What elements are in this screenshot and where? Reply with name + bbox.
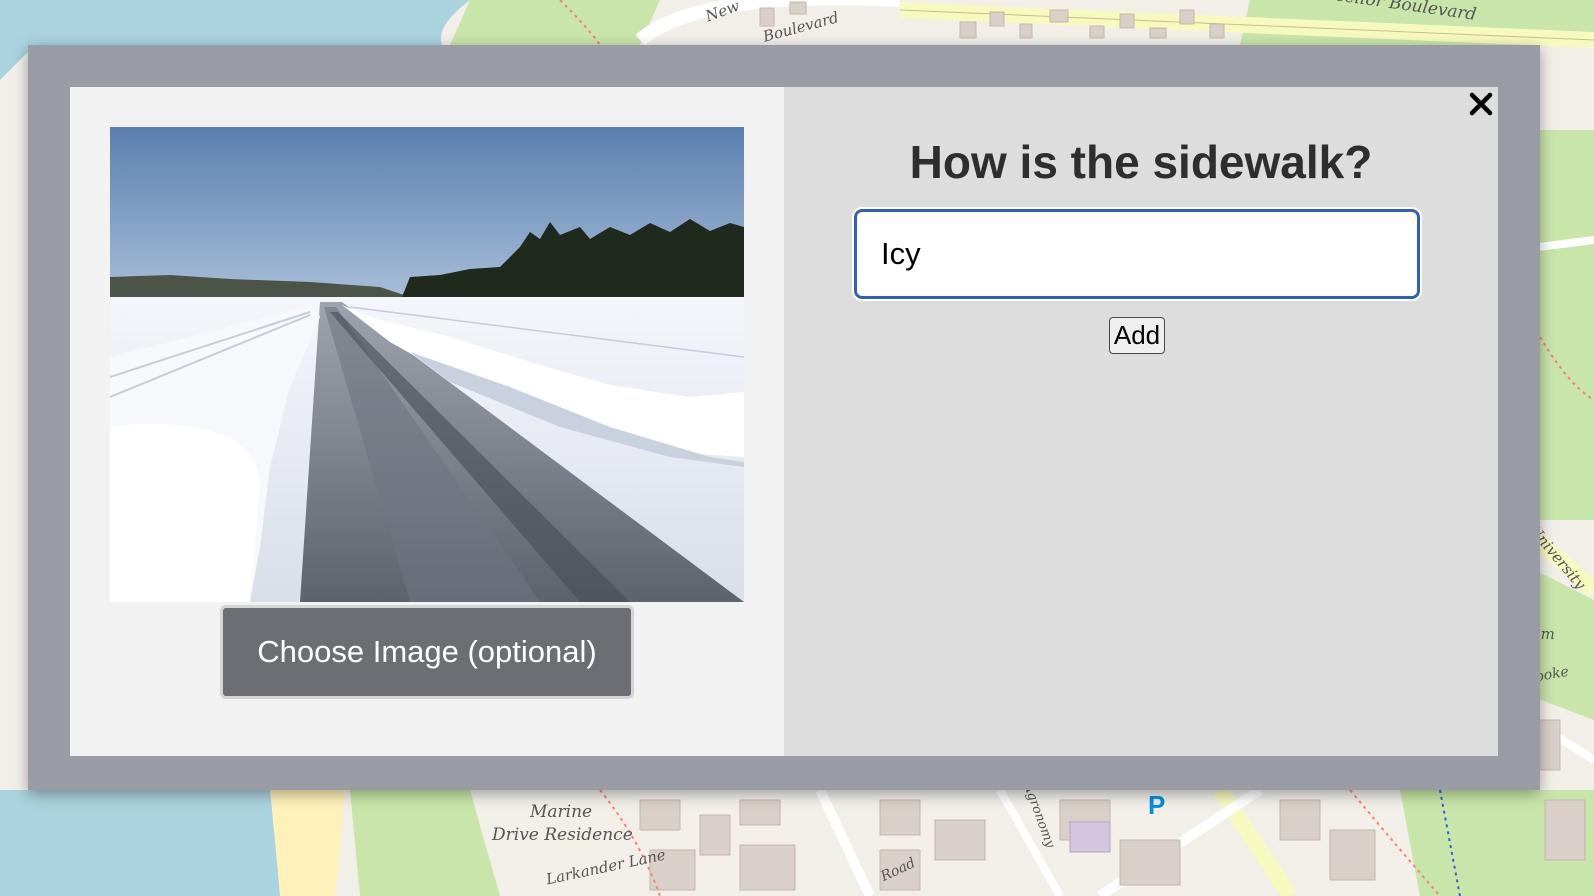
question-heading: How is the sidewalk? (909, 136, 1373, 188)
image-panel: Choose Image (optional) (70, 87, 784, 756)
close-icon (1469, 92, 1493, 116)
map-street-label: Marine (530, 802, 593, 822)
choose-image-button[interactable]: Choose Image (optional) (220, 605, 634, 699)
modal-content: Choose Image (optional) How is the sidew… (70, 87, 1498, 756)
sidewalk-photo-image (110, 127, 744, 602)
question-panel: How is the sidewalk? Add (784, 87, 1498, 756)
answer-input[interactable] (852, 207, 1422, 301)
report-modal: Choose Image (optional) How is the sidew… (28, 45, 1540, 790)
parking-icon: P (1148, 790, 1166, 820)
add-button[interactable]: Add (1109, 317, 1165, 354)
close-button[interactable] (1466, 89, 1496, 119)
sidewalk-photo (110, 127, 744, 602)
map-street-label: Drive Residence (492, 825, 633, 845)
